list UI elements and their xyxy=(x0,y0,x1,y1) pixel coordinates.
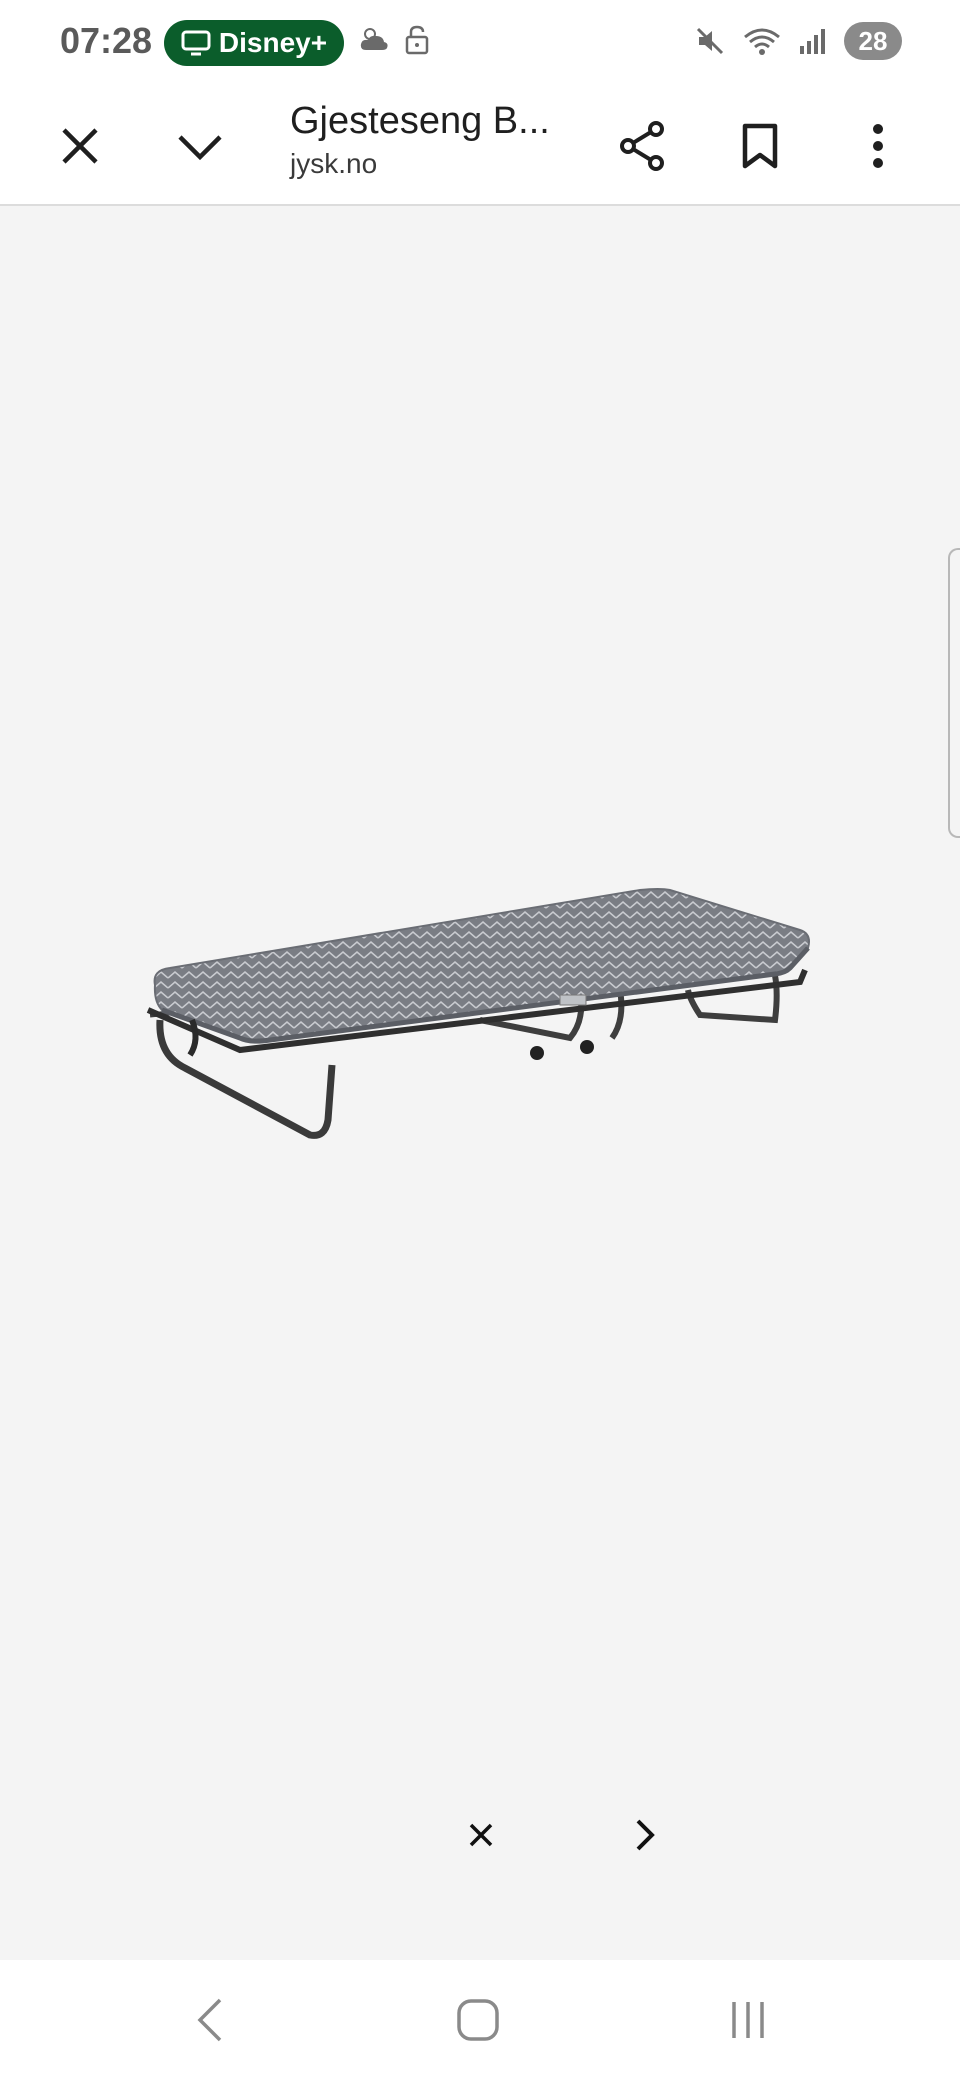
minimize-button[interactable] xyxy=(158,104,242,188)
system-nav-bar xyxy=(0,1960,960,2080)
bookmark-button[interactable] xyxy=(718,104,802,188)
home-icon xyxy=(457,1999,499,2041)
more-vert-icon xyxy=(873,124,883,168)
more-options-button[interactable] xyxy=(836,104,920,188)
weather-icon xyxy=(360,28,388,50)
disney-plus-pill[interactable]: Disney+ xyxy=(164,20,344,66)
close-icon xyxy=(62,128,98,164)
chevron-down-icon xyxy=(178,135,222,161)
mute-icon xyxy=(696,27,724,55)
share-icon xyxy=(620,121,664,171)
custom-tab-toolbar: Gjesteseng B... jysk.no xyxy=(0,86,960,206)
unlock-icon xyxy=(405,25,429,55)
close-tab-button[interactable] xyxy=(38,104,122,188)
back-icon xyxy=(197,1998,222,2042)
recents-icon xyxy=(732,2002,764,2038)
page-title: Gjesteseng B... xyxy=(290,100,550,142)
nav-back-button[interactable] xyxy=(150,1980,270,2060)
disney-plus-label: Disney+ xyxy=(218,27,328,58)
image-close-button[interactable] xyxy=(446,1800,516,1870)
share-button[interactable] xyxy=(600,104,684,188)
image-next-button[interactable] xyxy=(610,1800,680,1870)
signal-icon xyxy=(800,29,825,54)
nav-home-button[interactable] xyxy=(418,1980,538,2060)
wifi-icon xyxy=(744,28,780,55)
chevron-right-icon xyxy=(636,1819,655,1851)
tv-icon xyxy=(181,30,211,56)
scroll-handle[interactable] xyxy=(948,548,960,838)
bookmark-icon xyxy=(742,123,778,169)
battery-badge: 28 xyxy=(844,22,902,60)
status-bar: 07:28 Disney+ 28 xyxy=(0,0,960,86)
page-domain: jysk.no xyxy=(290,148,378,179)
title-block[interactable]: Gjesteseng B... jysk.no xyxy=(290,96,590,180)
status-time: 07:28 xyxy=(60,20,153,61)
product-image xyxy=(146,888,810,1139)
nav-recents-button[interactable] xyxy=(688,1980,808,2060)
close-icon xyxy=(469,1823,493,1847)
